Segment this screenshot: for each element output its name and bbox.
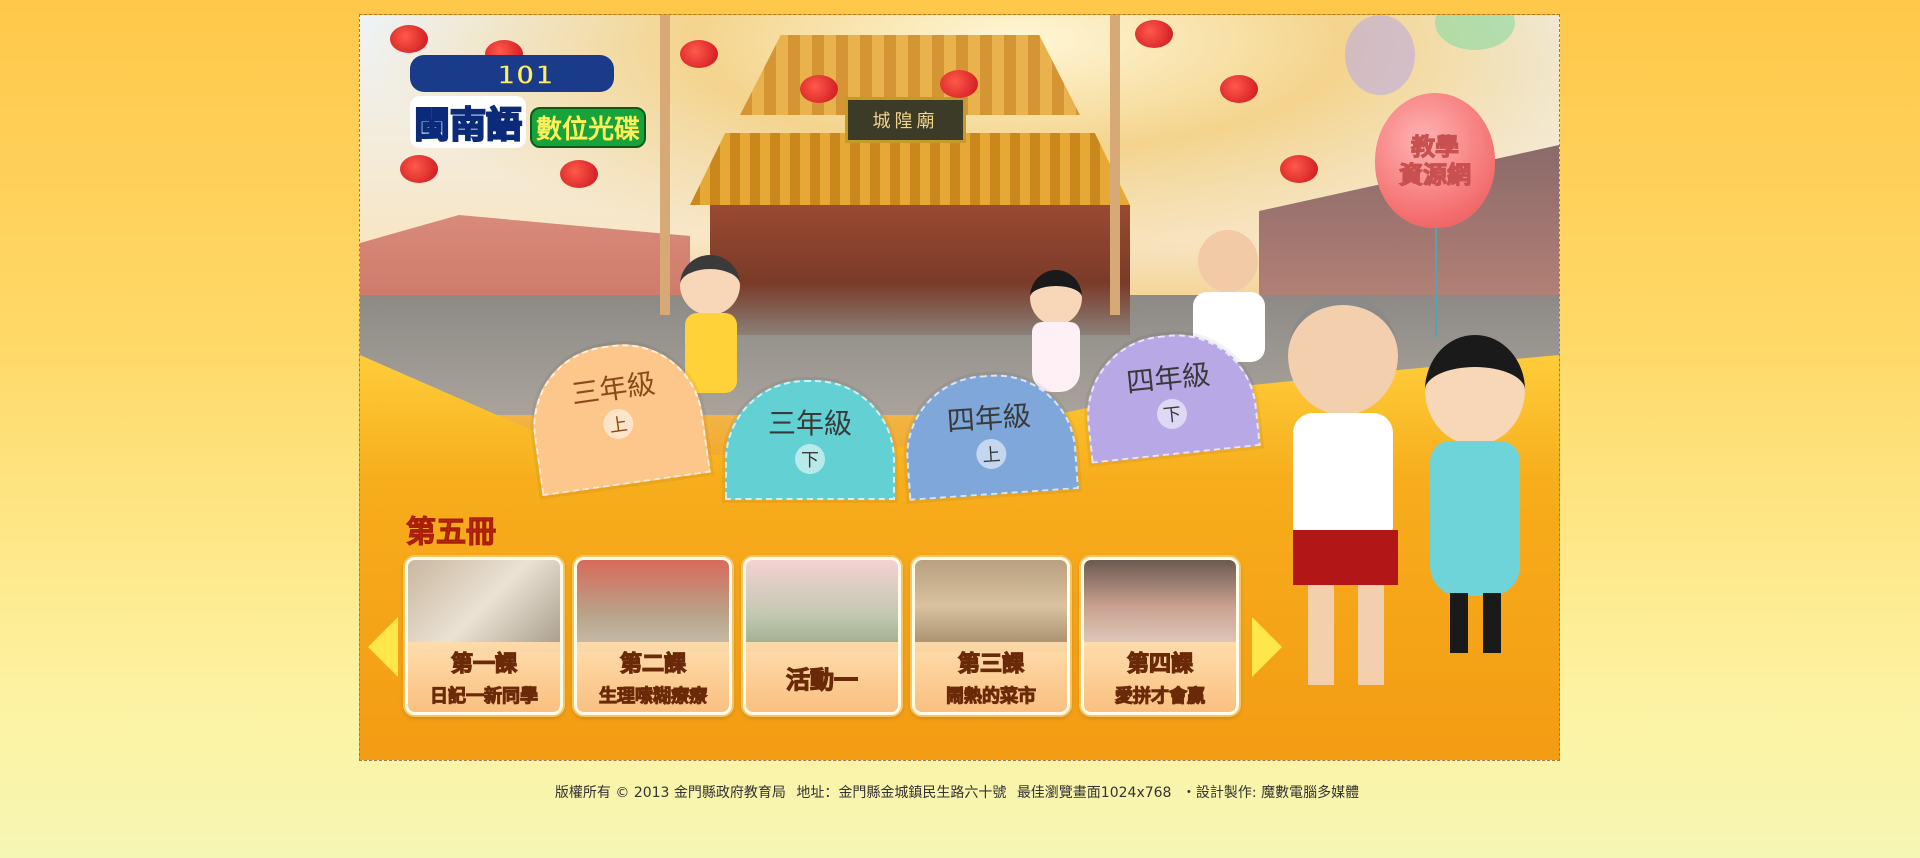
tab-grade-label: 三年級 <box>569 366 658 411</box>
tab-term-label: 上 <box>975 437 1008 470</box>
lesson-title: 第二課 <box>619 651 686 677</box>
tab-grade-label: 四年級 <box>945 399 1032 438</box>
footer-copyright: 版權所有 © 2013 金門縣政府教育局 <box>554 785 786 801</box>
temple-sign: 城隍廟 <box>845 97 966 143</box>
lantern <box>940 70 978 98</box>
lesson-thumbnail <box>408 560 560 652</box>
footer-address: 地址：金門縣金城鎮民生路六十號 <box>796 785 1007 801</box>
lesson-title: 第四課 <box>1126 651 1193 677</box>
balloon-decor <box>1345 15 1415 95</box>
prev-arrow-button[interactable] <box>368 617 398 677</box>
lantern <box>400 155 438 183</box>
volume-title: 第五冊 <box>406 515 497 551</box>
lantern <box>1220 75 1258 103</box>
main-stage: 城隍廟 金門縣101年度 閩南語 數位光碟 教學 資源網 三年級 上 三年級 下… <box>359 14 1560 761</box>
logo-digital-disc: 數位光碟 <box>530 107 647 148</box>
lesson-title: 第一課 <box>450 651 517 677</box>
balloon-label-line1: 教學 <box>1411 132 1460 161</box>
lesson-thumbnail <box>915 560 1067 652</box>
lesson-subtitle: 日記一新同學 <box>430 686 539 708</box>
lesson-subtitle: 生理嗦糊療療 <box>599 686 708 708</box>
lesson-thumbnail <box>1084 560 1236 652</box>
program-logo: 金門縣101年度 閩南語 數位光碟 <box>410 55 647 148</box>
tab-term-label: 下 <box>795 444 825 474</box>
page-footer: 版權所有 © 2013 金門縣政府教育局 地址：金門縣金城鎮民生路六十號 最佳瀏… <box>0 782 1920 802</box>
lantern <box>680 40 718 68</box>
lantern <box>390 25 428 53</box>
tab-term-label: 下 <box>1155 397 1189 431</box>
tab-grade-label: 四年級 <box>1124 357 1212 400</box>
footer-credit: ・設計製作: 魔數電腦多媒體 <box>1181 785 1360 801</box>
teaching-resources-balloon-button[interactable]: 教學 資源網 <box>1375 93 1495 228</box>
lesson-card-2[interactable]: 第二課 生理嗦糊療療 <box>574 557 732 715</box>
lesson-card-3[interactable]: 第三課 鬧熱的菜市 <box>912 557 1070 715</box>
tent-post <box>1110 15 1120 315</box>
activity-card-1[interactable]: 活動一 <box>743 557 901 715</box>
tent-post <box>660 15 670 315</box>
tab-term-label: 上 <box>601 406 636 441</box>
next-arrow-button[interactable] <box>1252 617 1282 677</box>
balloon-string <box>1435 227 1437 337</box>
logo-year-line: 金門縣101年度 <box>410 55 615 92</box>
lesson-thumbnail <box>577 560 729 652</box>
lesson-title: 活動一 <box>785 665 858 694</box>
lesson-subtitle: 愛拼才會贏 <box>1115 686 1206 708</box>
lesson-card-1[interactable]: 第一課 日記一新同學 <box>405 557 563 715</box>
lesson-thumbnail <box>746 560 898 652</box>
lantern <box>560 160 598 188</box>
lantern <box>1280 155 1318 183</box>
lesson-card-4[interactable]: 第四課 愛拼才會贏 <box>1081 557 1239 715</box>
logo-language: 閩南語 <box>410 96 527 148</box>
footer-resolution: 最佳瀏覽畫面1024x768 <box>1016 785 1172 801</box>
lantern <box>800 75 838 103</box>
lesson-title: 第三課 <box>957 651 1024 677</box>
tab-grade-label: 三年級 <box>767 407 852 440</box>
balloon-label-line2: 資源網 <box>1399 160 1472 189</box>
lantern <box>1135 20 1173 48</box>
lesson-subtitle: 鬧熱的菜市 <box>946 686 1037 708</box>
